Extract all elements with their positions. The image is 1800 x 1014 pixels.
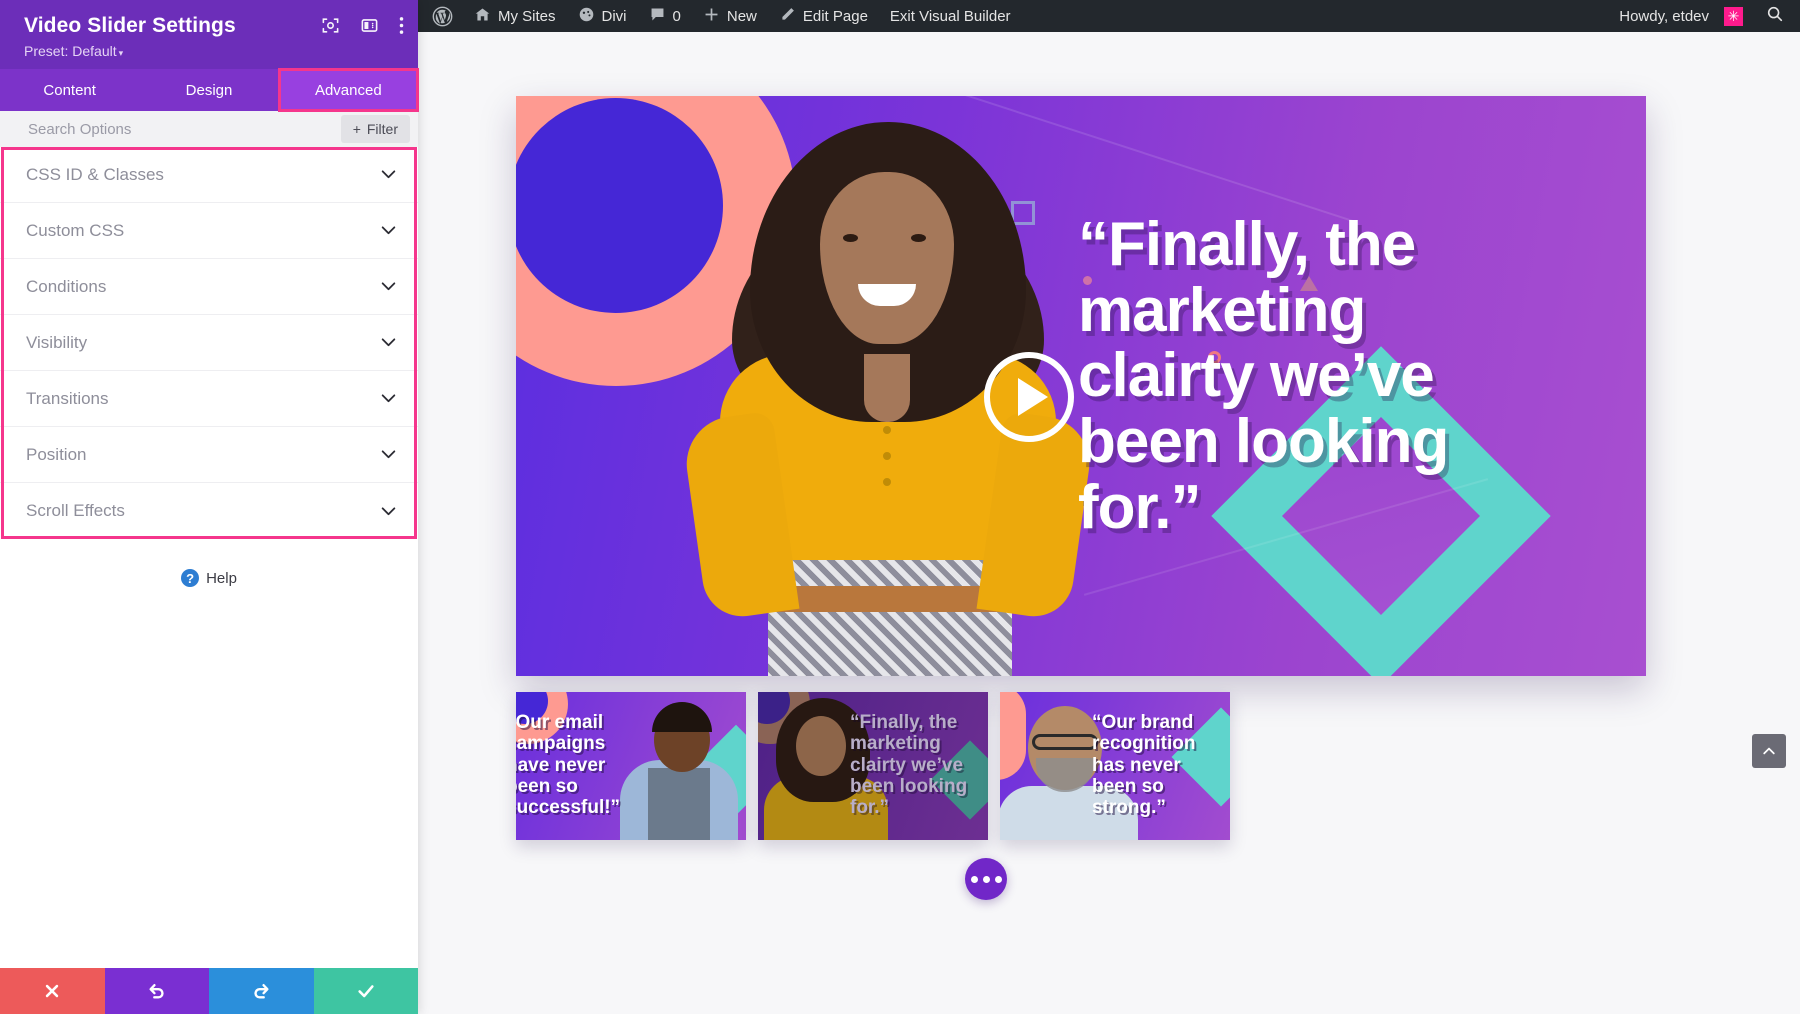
chevron-down-icon: [381, 279, 396, 294]
play-icon[interactable]: [984, 352, 1074, 442]
panel-spacer: [0, 587, 418, 968]
dot: [994, 875, 1002, 883]
accordion-section-position[interactable]: Position: [0, 427, 418, 483]
admin-bar-search-button[interactable]: [1754, 0, 1800, 32]
thumb-quote-text: “Our brand recognition has never been so…: [1092, 712, 1196, 819]
page-canvas: “Finally, the marketing clairty we’ve be…: [418, 32, 1800, 1014]
accordion-section-css-id-classes[interactable]: CSS ID & Classes: [0, 147, 418, 203]
accordion-label: Custom CSS: [26, 220, 125, 240]
thumb-portrait-head: [796, 716, 846, 776]
avatar: ✳: [1724, 6, 1743, 26]
admin-bar-label: Edit Page: [802, 7, 868, 25]
chevron-down-icon: [381, 335, 396, 350]
preset-label: Preset: Default: [24, 43, 117, 59]
accordion-section-visibility[interactable]: Visibility: [0, 315, 418, 371]
admin-bar-item-comments[interactable]: 0: [638, 0, 692, 32]
chevron-down-icon: [381, 504, 396, 519]
divi-icon: [578, 6, 595, 27]
play-triangle: [1018, 378, 1048, 416]
scroll-to-top-icon[interactable]: [1752, 734, 1786, 768]
admin-bar-label: My Sites: [498, 7, 556, 25]
search-input[interactable]: [26, 119, 276, 139]
thumb-portrait-glasses: [1032, 734, 1098, 750]
filter-label: Filter: [366, 121, 398, 137]
comment-icon: [649, 6, 666, 27]
accordion-label: Position: [26, 444, 87, 464]
slider-options-icon[interactable]: [965, 858, 1007, 900]
accordion-label: Transitions: [26, 388, 109, 408]
admin-bar-label: New: [726, 7, 757, 25]
tab-advanced[interactable]: Advanced: [277, 68, 419, 112]
thumb-quote-text: “Finally, the marketing clairty we’ve be…: [850, 712, 968, 819]
video-slider-hero[interactable]: “Finally, the marketing clairty we’ve be…: [516, 96, 1646, 676]
help-link[interactable]: ? Help: [0, 539, 418, 587]
admin-bar-item-new[interactable]: New: [692, 0, 768, 32]
wp-admin-bar: My Sites Divi 0 New Edit Page Exit Visua…: [418, 0, 1800, 32]
chevron-down-icon: [381, 391, 396, 406]
accordion-label: CSS ID & Classes: [26, 164, 164, 184]
howdy-label: Howdy, etdev: [1619, 7, 1709, 25]
accordion-section-scroll-effects[interactable]: Scroll Effects: [0, 483, 418, 539]
undo-button[interactable]: [104, 968, 209, 1014]
search-options-row: + Filter: [0, 111, 418, 147]
accordion-section-custom-css[interactable]: Custom CSS: [0, 203, 418, 259]
accordion-label: Conditions: [26, 276, 107, 296]
thumb-portrait-hair: [652, 702, 712, 732]
comment-count: 0: [672, 7, 681, 25]
accordion-label: Scroll Effects: [26, 501, 125, 520]
chevron-down-icon: ▾: [118, 48, 124, 58]
help-icon: ?: [181, 569, 200, 587]
cancel-button[interactable]: [0, 968, 105, 1014]
tab-content[interactable]: Content: [0, 69, 139, 111]
admin-bar-label: Divi: [601, 7, 627, 25]
plus-icon: [703, 6, 720, 27]
slider-thumbnail-row: “Our email campaigns have never been so …: [516, 692, 1230, 840]
focus-target-icon[interactable]: [321, 16, 340, 40]
accordion-label: Visibility: [26, 332, 88, 352]
plus-icon: +: [352, 121, 361, 137]
accordion-section-transitions[interactable]: Transitions: [0, 371, 418, 427]
admin-bar-item-divi[interactable]: Divi: [567, 0, 638, 32]
search-icon: [1766, 5, 1784, 27]
dot: [982, 875, 990, 883]
tab-design[interactable]: Design: [139, 69, 278, 111]
settings-accordion-wrapper: CSS ID & Classes Custom CSS Conditions V…: [0, 147, 418, 539]
settings-accordion: CSS ID & Classes Custom CSS Conditions V…: [0, 147, 418, 539]
thumb-portrait-apron: [648, 768, 710, 840]
help-label: Help: [206, 569, 237, 587]
wordpress-icon: [432, 6, 453, 27]
chevron-down-icon: [381, 167, 396, 182]
slider-thumbnail[interactable]: “Our email campaigns have never been so …: [516, 692, 746, 840]
panel-tab-bar: Content Design Advanced: [0, 68, 419, 112]
chevron-down-icon: [381, 223, 396, 238]
admin-bar-item-edit-page[interactable]: Edit Page: [768, 0, 879, 32]
redo-button[interactable]: [209, 968, 314, 1014]
panel-footer-toolbar: [0, 968, 418, 1014]
module-settings-panel: Video Slider Settings Preset: Default ▾ C…: [0, 0, 419, 1014]
dot: [970, 875, 978, 883]
thumb-quote-text: “Our email campaigns have never been so …: [516, 712, 621, 819]
panel-layout-icon[interactable]: [360, 16, 379, 40]
preset-selector[interactable]: Preset: Default ▾: [24, 43, 400, 59]
admin-bar-account-area: Howdy, etdev ✳: [1608, 0, 1800, 32]
chevron-down-icon: [381, 447, 396, 462]
admin-bar-item-my-sites[interactable]: My Sites: [463, 0, 567, 32]
hero-inner-circle: [516, 98, 723, 313]
panel-header-icon-group: [321, 16, 404, 40]
thumb-deco-circle: [1000, 692, 1026, 780]
slider-thumbnail[interactable]: “Our brand recognition has never been so…: [1000, 692, 1230, 840]
save-button[interactable]: [313, 968, 418, 1014]
panel-header: Video Slider Settings Preset: Default ▾: [0, 0, 418, 69]
slider-thumbnail[interactable]: “Finally, the marketing clairty we’ve be…: [758, 692, 988, 840]
sites-icon: [474, 6, 491, 27]
accordion-section-conditions[interactable]: Conditions: [0, 259, 418, 315]
admin-bar-label: Exit Visual Builder: [889, 7, 1011, 25]
admin-bar-item-howdy[interactable]: Howdy, etdev ✳: [1608, 0, 1754, 32]
pencil-icon: [779, 6, 796, 27]
filter-button[interactable]: + Filter: [340, 115, 410, 143]
admin-bar-item-exit-visual-builder[interactable]: Exit Visual Builder: [879, 0, 1022, 32]
wordpress-logo-button[interactable]: [418, 0, 463, 32]
hero-headline: “Finally, the marketing clairty we’ve be…: [1078, 210, 1449, 542]
kebab-menu-icon[interactable]: [399, 16, 404, 40]
